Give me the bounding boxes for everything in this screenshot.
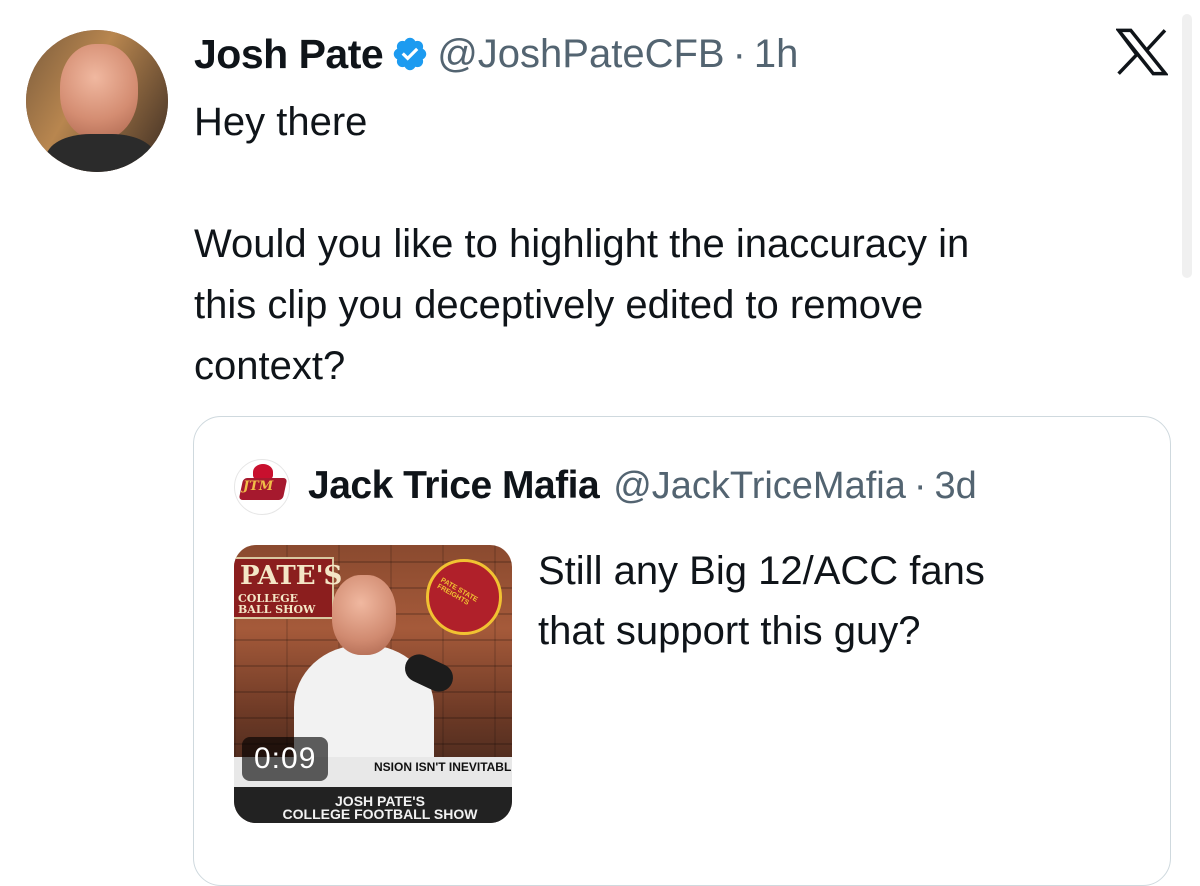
tweet-text-line: Would you like to highlight the inaccura…: [194, 222, 970, 266]
host-head: [332, 575, 396, 655]
sign-subtitle: COLLEGE BALL SHOW: [238, 593, 315, 615]
quoted-author-name[interactable]: Jack Trice Mafia: [308, 464, 600, 508]
sign-subtitle-line: BALL SHOW: [238, 603, 316, 616]
tweet-text: Hey there Would you like to highlight th…: [194, 92, 1174, 397]
separator-dot: ·: [732, 31, 746, 76]
quoted-tweet-text: Still any Big 12/ACC fans that support t…: [538, 541, 1138, 661]
scrollbar[interactable]: [1182, 14, 1192, 278]
video-duration-badge: 0:09: [242, 737, 329, 781]
quoted-text-line: that support this guy?: [538, 609, 921, 653]
avatar-shirt: [46, 134, 156, 172]
tweet-text-line: context?: [194, 344, 346, 388]
quoted-tweet-header: Jack Trice Mafia @JackTriceMafia · 3d: [308, 461, 977, 511]
separator-dot: ·: [913, 464, 927, 507]
quoted-text-line: Still any Big 12/ACC fans: [538, 549, 985, 593]
author-handle[interactable]: @JoshPateCFB: [437, 32, 724, 77]
quoted-tweet-card[interactable]: JTM Jack Trice Mafia @JackTriceMafia · 3…: [193, 416, 1171, 886]
video-thumbnail[interactable]: PATE'S COLLEGE BALL SHOW PATE STATE FREIG…: [234, 545, 512, 823]
author-avatar[interactable]: [26, 30, 168, 172]
avatar-face: [60, 44, 138, 140]
badge-text: PATE STATE FREIGHTS: [435, 576, 479, 607]
tweet-text-line: this clip you deceptively edited to remo…: [194, 283, 924, 327]
tweet-text-line: Hey there: [194, 100, 368, 144]
quoted-author-handle[interactable]: @JackTriceMafia: [613, 465, 906, 508]
x-logo-icon: [1116, 28, 1168, 76]
quoted-tweet-timestamp[interactable]: 3d: [935, 465, 977, 508]
sign-title: PATE'S: [240, 561, 343, 591]
freights-badge: PATE STATE FREIGHTS: [426, 559, 502, 635]
jtm-logo-text: JTM: [243, 479, 274, 494]
show-sign: PATE'S COLLEGE BALL SHOW: [234, 557, 342, 619]
show-title: JOSH PATE'S COLLEGE FOOTBALL SHOW: [280, 794, 480, 822]
tweet-timestamp[interactable]: 1h: [754, 32, 799, 77]
show-title-line: COLLEGE FOOTBALL SHOW: [282, 806, 478, 822]
author-name[interactable]: Josh Pate: [194, 31, 384, 78]
verified-badge-icon: [393, 37, 427, 71]
quoted-author-avatar[interactable]: JTM: [234, 459, 290, 515]
tweet-header: Josh Pate @JoshPateCFB · 1h: [194, 26, 798, 82]
lower-third-text: NSION ISN'T INEVITABLE: [374, 760, 512, 774]
